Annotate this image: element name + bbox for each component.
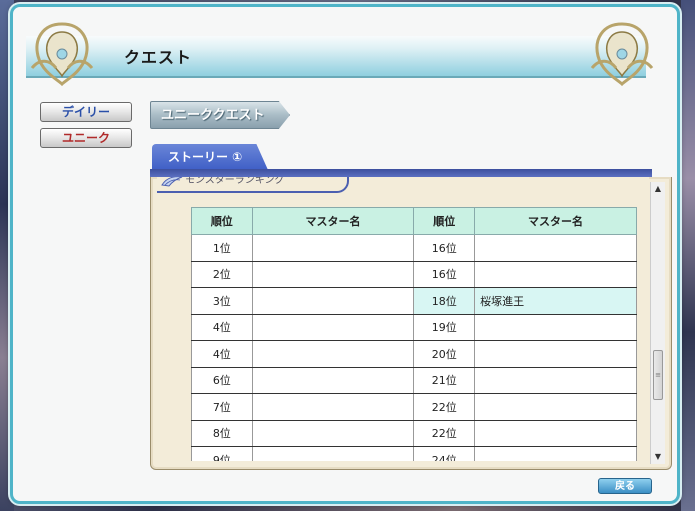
title-bar: [26, 36, 646, 78]
rank-cell: 24位: [413, 446, 476, 461]
table-row: 9位 24位: [191, 446, 637, 461]
table-row: 7位 22位: [191, 393, 637, 421]
ribbon-label: モンスターランキング: [185, 177, 285, 186]
table-row: 2位 16位: [191, 261, 637, 288]
rank-cell: 22位: [413, 393, 476, 421]
window-title: クエスト: [124, 48, 193, 67]
master-name-cell: [474, 340, 637, 368]
rank-cell: 7位: [191, 393, 253, 421]
rank-cell: 16位: [413, 234, 476, 262]
table-row: 4位 20位: [191, 340, 637, 368]
table-row: 4位 19位: [191, 314, 637, 341]
ornament-left-icon: [30, 22, 94, 87]
scroll-down-arrow-icon[interactable]: ▼: [651, 450, 665, 464]
header-master-2: マスター名: [474, 207, 637, 235]
rank-cell: 2位: [191, 261, 253, 288]
master-name-cell: [251, 287, 415, 315]
master-name-cell: [251, 367, 415, 394]
rank-cell: 1位: [191, 234, 253, 262]
sidebar-item-unique[interactable]: ユニーク: [40, 128, 132, 148]
rank-cell: 8位: [191, 420, 253, 447]
master-name-cell: [251, 393, 415, 421]
rank-cell: 4位: [191, 314, 253, 341]
master-name-cell: [251, 234, 415, 262]
header-master-1: マスター名: [251, 207, 415, 235]
master-name-cell: [474, 261, 637, 288]
rank-cell: 19位: [413, 314, 476, 341]
scroll-up-arrow-icon[interactable]: ▲: [651, 182, 665, 196]
background-right: [681, 0, 695, 511]
master-name-cell: [474, 420, 637, 447]
section-title: ユニーククエスト: [150, 101, 290, 129]
table-row: 1位 16位: [191, 234, 637, 262]
master-name-cell: [251, 261, 415, 288]
rank-cell: 20位: [413, 340, 476, 368]
master-name-cell: [251, 446, 415, 461]
master-name-cell: [474, 314, 637, 341]
master-name-cell: [474, 234, 637, 262]
rank-cell: 18位: [413, 287, 476, 315]
back-button[interactable]: 戻る: [598, 478, 652, 494]
ranking-ribbon: モンスターランキング: [157, 177, 349, 193]
ranking-scrollbar[interactable]: ▲ ≡ ▼: [650, 182, 665, 464]
tab-strip: [150, 169, 652, 177]
rank-cell: 3位: [191, 287, 253, 315]
rank-cell: 22位: [413, 420, 476, 447]
table-row: 8位 22位: [191, 420, 637, 447]
master-name-cell: 桜塚進王: [474, 287, 637, 315]
ranking-panel: モンスターランキング 順位 マスター名 順位 マスター名 1位 16位 2位 1…: [150, 177, 672, 470]
master-name-cell: [474, 446, 637, 461]
master-name-cell: [251, 314, 415, 341]
sidebar-item-daily[interactable]: デイリー: [40, 102, 132, 122]
master-name-cell: [251, 420, 415, 447]
ranking-scroll-area: モンスターランキング 順位 マスター名 順位 マスター名 1位 16位 2位 1…: [157, 177, 649, 461]
table-row: 6位 21位: [191, 367, 637, 394]
table-row-highlighted: 3位 18位 桜塚進王: [191, 287, 637, 315]
master-name-cell: [474, 367, 637, 394]
scroll-thumb[interactable]: ≡: [653, 350, 663, 400]
ornament-right-icon: [590, 22, 654, 87]
rank-cell: 21位: [413, 367, 476, 394]
header-rank-1: 順位: [191, 207, 253, 235]
master-name-cell: [251, 340, 415, 368]
tab-story-1[interactable]: ストーリー ①: [152, 144, 268, 170]
header-rank-2: 順位: [413, 207, 476, 235]
rank-cell: 6位: [191, 367, 253, 394]
master-name-cell: [474, 393, 637, 421]
rank-cell: 16位: [413, 261, 476, 288]
ranking-table: 順位 マスター名 順位 マスター名 1位 16位 2位 16位 3位 18位 桜…: [191, 207, 637, 461]
rank-cell: 4位: [191, 340, 253, 368]
rank-cell: 9位: [191, 446, 253, 461]
wing-icon: [161, 177, 183, 187]
